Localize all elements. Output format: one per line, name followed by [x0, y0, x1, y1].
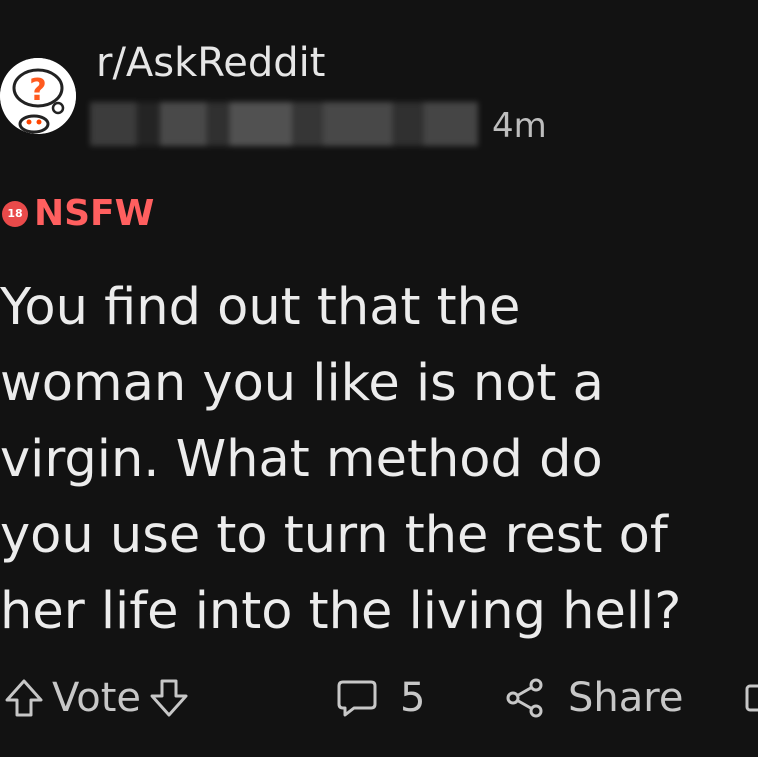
action-bar: Vote 5 Share [0, 668, 758, 728]
redacted-author [90, 102, 478, 146]
post-time: 4m [492, 106, 547, 146]
share-icon [506, 678, 543, 718]
subreddit-avatar[interactable]: ? [0, 58, 76, 134]
subreddit-name[interactable]: r/AskReddit [96, 40, 325, 86]
vote-label: Vote [52, 675, 142, 721]
more-action-partial[interactable] [744, 668, 758, 728]
share-label: Share [568, 675, 684, 721]
svg-text:?: ? [29, 73, 46, 108]
upvote-icon[interactable] [2, 676, 46, 720]
nsfw-18-icon: 18 [2, 200, 28, 227]
comments-count: 5 [400, 675, 426, 721]
nsfw-label: NSFW [34, 193, 155, 234]
vote-group: Vote [2, 668, 191, 728]
award-icon [745, 684, 758, 712]
comment-icon [337, 680, 377, 717]
post-title[interactable]: You find out that the woman you like is … [0, 270, 758, 650]
comments-button[interactable]: 5 [334, 668, 431, 728]
downvote-icon[interactable] [147, 676, 191, 720]
askreddit-logo-icon: ? [0, 58, 76, 134]
share-button[interactable]: Share [502, 668, 689, 728]
nsfw-tag: 18 NSFW [2, 193, 154, 234]
